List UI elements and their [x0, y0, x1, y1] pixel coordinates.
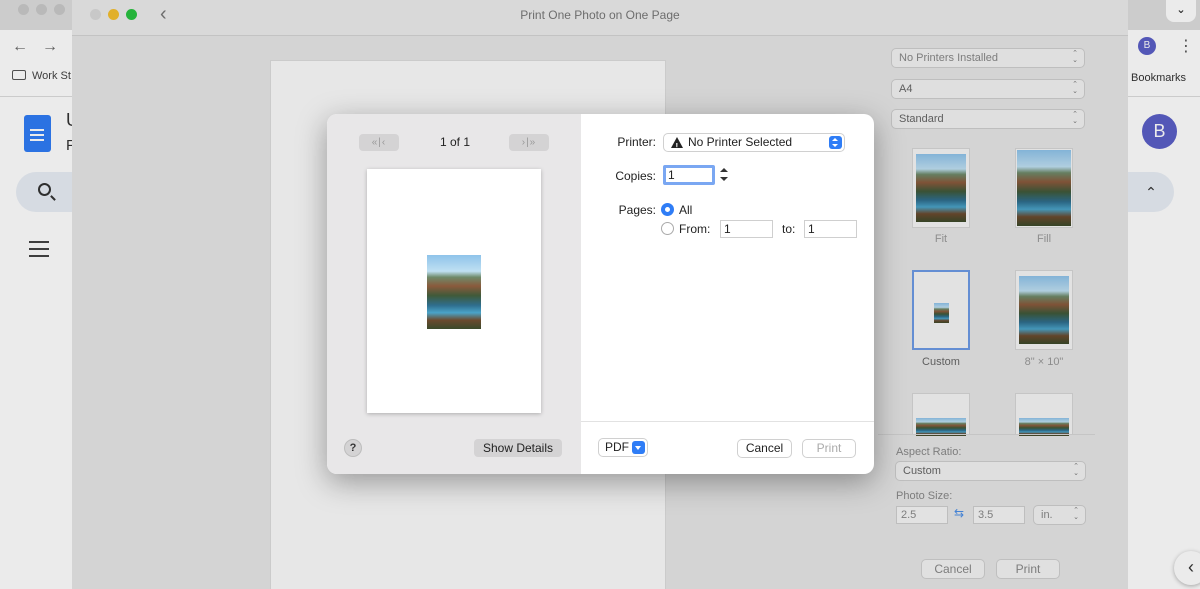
popup-arrows-icon — [829, 136, 842, 149]
cancel-button[interactable]: Cancel — [737, 439, 792, 458]
printer-select[interactable]: No Printer Selected — [663, 133, 845, 155]
printer-label: Printer: — [617, 135, 656, 149]
pages-to-input[interactable]: 1 — [804, 220, 857, 238]
pages-range-radio[interactable] — [661, 222, 674, 235]
pages-all-label: All — [679, 203, 693, 217]
pdf-label: PDF — [605, 440, 629, 454]
first-previous-page-button[interactable]: «|‹ — [359, 134, 399, 151]
pages-from-input[interactable]: 1 — [720, 220, 773, 238]
copies-stepper[interactable] — [719, 165, 729, 185]
printer-select-value: No Printer Selected — [688, 135, 793, 149]
pages-to-label: to: — [782, 222, 796, 236]
warning-icon — [671, 137, 683, 155]
print-button[interactable]: Print — [802, 439, 856, 458]
preview-photo — [427, 255, 481, 329]
pdf-menu-button[interactable]: PDF — [598, 438, 648, 457]
pages-label: Pages: — [618, 203, 656, 217]
next-last-page-button[interactable]: ›|» — [509, 134, 549, 151]
page-counter: 1 of 1 — [439, 135, 471, 149]
dialog-footer-divider — [581, 421, 874, 422]
copies-label: Copies: — [615, 169, 656, 183]
pages-from-label: From: — [679, 222, 711, 236]
print-dialog: «|‹ 1 of 1 ›|» ? Show Details Printer: N… — [327, 114, 874, 474]
copies-input[interactable]: 1 — [663, 165, 715, 185]
print-preview-pane: «|‹ 1 of 1 ›|» ? Show Details — [327, 114, 581, 474]
pages-all-radio[interactable] — [661, 203, 674, 216]
show-details-button[interactable]: Show Details — [474, 439, 562, 457]
help-button[interactable]: ? — [344, 439, 362, 457]
chevron-down-icon — [632, 441, 645, 454]
preview-page — [367, 169, 541, 413]
